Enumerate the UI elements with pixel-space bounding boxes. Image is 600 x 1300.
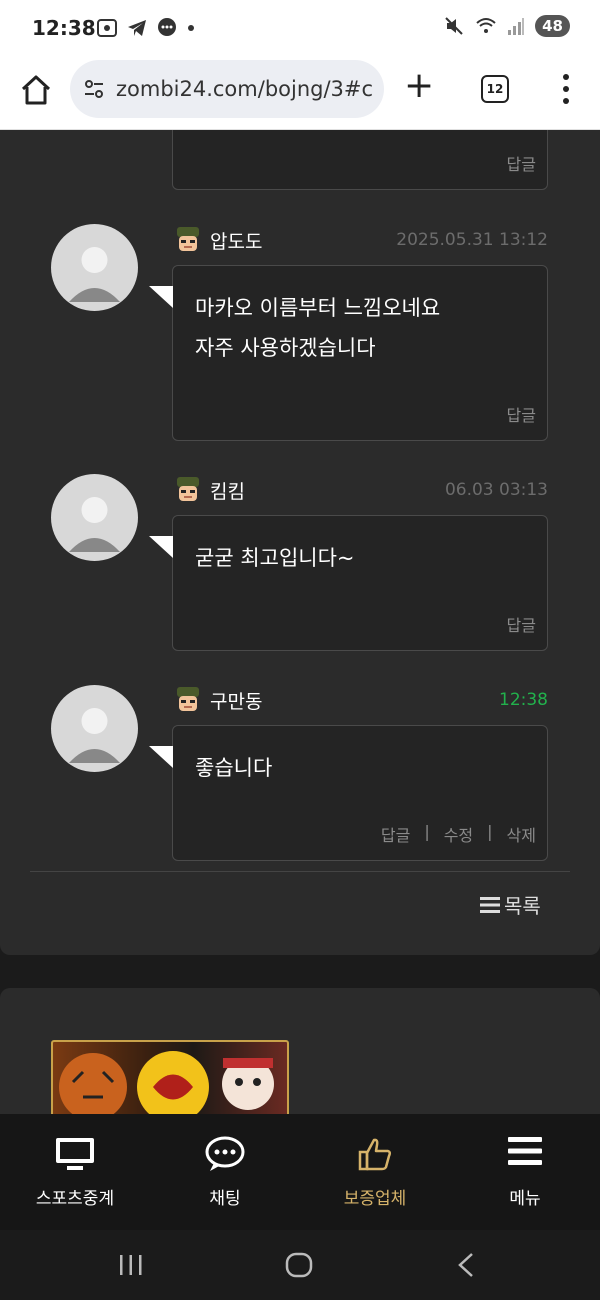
reply-button[interactable]: 답글 — [507, 151, 536, 175]
avatar — [51, 474, 138, 561]
partner-banner-image[interactable] — [51, 1040, 289, 1114]
comment-bubble: 답글 — [172, 130, 548, 190]
delete-button[interactable]: 삭제 — [507, 822, 536, 846]
avatar — [51, 224, 138, 311]
comment-line: 굳굳 최고입니다~ — [195, 546, 355, 570]
level-badge-icon — [177, 687, 199, 711]
action-separator: | — [487, 822, 493, 841]
comment-actions: 답글 — [507, 612, 536, 636]
nav-label: 스포츠중계 — [35, 1189, 115, 1209]
telegram-icon — [128, 20, 146, 36]
comment-header: 킴킴 06.03 03:13 — [172, 475, 548, 505]
nav-label: 보증업체 — [343, 1189, 407, 1209]
monitor-icon — [56, 1138, 94, 1170]
recent-apps-icon[interactable] — [118, 1254, 144, 1276]
edit-button[interactable]: 수정 — [444, 822, 473, 846]
back-icon[interactable] — [456, 1252, 476, 1278]
status-time: 12:38 — [32, 16, 96, 40]
nav-label: 메뉴 — [509, 1189, 541, 1209]
list-icon — [480, 896, 500, 913]
nav-item-menu[interactable]: 메뉴 — [450, 1114, 600, 1230]
home-icon[interactable] — [18, 72, 54, 108]
avatar — [51, 685, 138, 772]
comment-line: 자주 사용하겠습니다 — [195, 336, 376, 360]
home-nav-icon[interactable] — [285, 1252, 313, 1278]
mute-icon — [445, 17, 463, 35]
list-button-label: 목록 — [504, 894, 541, 918]
level-badge-icon — [177, 227, 199, 251]
bubble-tail — [149, 286, 173, 308]
url-bar[interactable]: zombi24.com/bojng/3#c — [70, 60, 384, 118]
comment-line: 좋습니다 — [195, 756, 273, 780]
signal-icon — [508, 18, 525, 35]
comment-header: 구만동 12:38 — [172, 685, 548, 715]
comments-panel: 답글 압도도 2025.05.31 13:12 마카오 이름부터 느낌오네요 자… — [0, 130, 600, 955]
site-settings-icon[interactable] — [82, 77, 106, 101]
url-text[interactable]: zombi24.com/bojng/3#c — [116, 77, 376, 101]
new-tab-button[interactable]: + — [404, 68, 434, 104]
reply-button[interactable]: 답글 — [507, 612, 536, 636]
wifi-icon — [476, 18, 496, 33]
nav-label: 채팅 — [209, 1189, 241, 1209]
action-separator: | — [424, 822, 430, 841]
status-bar: 12:38 48 — [0, 0, 600, 58]
bubble-tail — [149, 536, 173, 558]
comment-date: 12:38 — [499, 690, 548, 710]
comment-bubble: 좋습니다 답글 | 수정 | 삭제 — [149, 725, 548, 861]
more-options-icon[interactable] — [556, 74, 576, 104]
browser-toolbar: zombi24.com/bojng/3#c + 12 — [0, 58, 600, 130]
comment-bubble: 굳굳 최고입니다~ 답글 — [149, 515, 548, 651]
list-button[interactable]: 목록 — [480, 890, 541, 919]
level-badge-icon — [177, 477, 199, 501]
comment-author[interactable]: 킴킴 — [210, 477, 245, 504]
dot-icon — [188, 25, 194, 31]
comment-author[interactable]: 압도도 — [210, 227, 262, 254]
status-system-icons: 48 — [443, 15, 570, 37]
comment-text: 마카오 이름부터 느낌오네요 자주 사용하겠습니다 — [195, 288, 440, 368]
comment-text: 굳굳 최고입니다~ — [195, 538, 355, 578]
divider — [30, 871, 570, 872]
partner-banner-panel — [0, 988, 600, 1114]
message-icon — [158, 18, 176, 36]
comment-author[interactable]: 구만동 — [210, 687, 262, 714]
nav-item-guaranteed-partners[interactable]: 보증업체 — [300, 1114, 450, 1230]
reply-button[interactable]: 답글 — [507, 402, 536, 426]
status-notification-icons — [96, 17, 196, 39]
comment-actions: 답글 — [507, 151, 536, 175]
comment-text: 좋습니다 — [195, 748, 272, 788]
comment-date: 06.03 03:13 — [444, 480, 548, 500]
battery-indicator: 48 — [535, 15, 570, 37]
nav-item-sports-broadcast[interactable]: 스포츠중계 — [0, 1114, 150, 1230]
bubble-tail — [149, 746, 173, 768]
comment-actions: 답글 — [507, 402, 536, 426]
comment-date: 2025.05.31 13:12 — [396, 230, 548, 250]
comment-actions: 답글 | 수정 | 삭제 — [381, 822, 536, 846]
hamburger-menu-icon — [508, 1137, 542, 1165]
comment-header: 압도도 2025.05.31 13:12 — [172, 225, 548, 255]
tab-switcher-button[interactable]: 12 — [481, 75, 509, 103]
comment-bubble: 마카오 이름부터 느낌오네요 자주 사용하겠습니다 답글 — [149, 265, 548, 441]
chat-bubble-icon — [205, 1136, 245, 1171]
nav-item-chat[interactable]: 채팅 — [150, 1114, 300, 1230]
comment-line: 마카오 이름부터 느낌오네요 — [195, 296, 441, 320]
page-content: 답글 압도도 2025.05.31 13:12 마카오 이름부터 느낌오네요 자… — [0, 130, 600, 1114]
system-navigation-bar — [0, 1230, 600, 1300]
screenshot-icon — [97, 19, 117, 37]
thumbs-up-icon — [358, 1138, 392, 1171]
reply-button[interactable]: 답글 — [381, 822, 410, 846]
bottom-nav: 스포츠중계 채팅 보증업체 메뉴 — [0, 1114, 600, 1230]
